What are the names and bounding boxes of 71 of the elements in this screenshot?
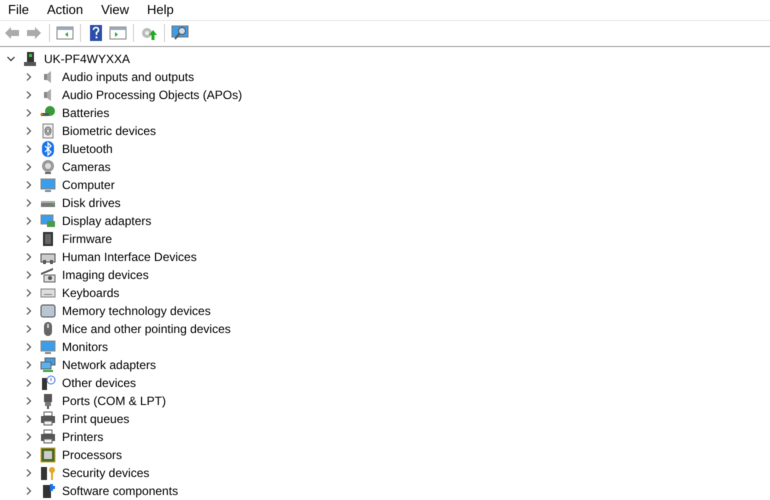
scanner-icon — [40, 267, 56, 283]
monitor-icon — [40, 177, 56, 193]
key-device-icon — [40, 465, 56, 481]
tree-item[interactable]: Network adapters — [62, 356, 156, 374]
tree-item[interactable]: Biometric devices — [62, 122, 156, 140]
expand-chevron-icon[interactable] — [24, 144, 34, 154]
expand-chevron-icon[interactable] — [24, 324, 34, 334]
webcam-icon — [40, 159, 56, 175]
tree-item[interactable]: Other devices — [62, 374, 136, 392]
chip-icon — [40, 231, 56, 247]
expand-chevron-icon[interactable] — [24, 288, 34, 298]
tree-item[interactable]: Human Interface Devices — [62, 248, 197, 266]
bluetooth-icon — [40, 141, 56, 157]
tree-item[interactable]: Display adapters — [62, 212, 152, 230]
expand-chevron-icon[interactable] — [24, 306, 34, 316]
tree-item[interactable]: UK-PF4WYXXA — [44, 50, 130, 68]
expand-chevron-icon[interactable] — [24, 270, 34, 280]
tree-item[interactable]: Computer — [62, 176, 115, 194]
tree-item[interactable]: Monitors — [62, 338, 108, 356]
expand-chevron-icon[interactable] — [24, 234, 34, 244]
tree-item[interactable]: Printers — [62, 428, 104, 446]
memory-card-icon — [40, 303, 56, 319]
expand-chevron-icon[interactable] — [24, 378, 34, 388]
tree-item[interactable]: Disk drives — [62, 194, 121, 212]
tree-item[interactable]: Mice and other pointing devices — [62, 320, 231, 338]
menu-item[interactable]: View — [95, 0, 136, 20]
monitor-icon — [40, 339, 56, 355]
tree-item[interactable]: Batteries — [62, 104, 110, 122]
tree-item[interactable]: Bluetooth — [62, 140, 113, 158]
tree-item[interactable]: Cameras — [62, 158, 111, 176]
processor-icon — [40, 447, 56, 463]
tree-item[interactable]: Print queues — [62, 410, 130, 428]
unknown-device-icon — [40, 375, 56, 391]
expand-chevron-icon[interactable] — [24, 486, 34, 496]
expand-chevron-icon[interactable] — [24, 198, 34, 208]
expand-chevron-icon[interactable] — [24, 414, 34, 424]
tree-item[interactable]: Ports (COM & LPT) — [62, 392, 166, 410]
collapse-chevron-icon[interactable] — [6, 54, 16, 64]
expand-chevron-icon[interactable] — [24, 432, 34, 442]
expand-chevron-icon[interactable] — [24, 216, 34, 226]
fingerprint-icon — [40, 123, 56, 139]
expand-chevron-icon[interactable] — [24, 108, 34, 118]
expand-chevron-icon[interactable] — [24, 342, 34, 352]
printer-icon — [40, 411, 56, 427]
tree-item[interactable]: Imaging devices — [62, 266, 149, 284]
menu-item[interactable]: Action — [40, 0, 90, 20]
expand-chevron-icon[interactable] — [24, 72, 34, 82]
expand-chevron-icon[interactable] — [24, 396, 34, 406]
tree-item[interactable]: Memory technology devices — [62, 302, 211, 320]
expand-chevron-icon[interactable] — [24, 252, 34, 262]
computer-tower-icon — [22, 51, 38, 67]
tree-item[interactable]: Firmware — [62, 230, 112, 248]
tree-item[interactable]: Processors — [62, 446, 122, 464]
tree-item[interactable]: Software components — [62, 482, 178, 500]
display-adapter-icon — [40, 213, 56, 229]
expand-chevron-icon[interactable] — [24, 468, 34, 478]
expand-chevron-icon[interactable] — [24, 162, 34, 172]
expand-chevron-icon[interactable] — [24, 360, 34, 370]
software-component-icon — [40, 483, 56, 499]
printer-icon — [40, 429, 56, 445]
expand-chevron-icon[interactable] — [24, 450, 34, 460]
expand-chevron-icon[interactable] — [24, 126, 34, 136]
tree-item[interactable]: Security devices — [62, 464, 150, 482]
network-icon — [40, 357, 56, 373]
tree-item[interactable]: Audio Processing Objects (APOs) — [62, 86, 242, 104]
menu-item[interactable]: Help — [141, 0, 180, 20]
tree-item[interactable]: Audio inputs and outputs — [62, 68, 194, 86]
tree-item[interactable]: Keyboards — [62, 284, 120, 302]
expand-chevron-icon[interactable] — [24, 180, 34, 190]
expand-chevron-icon[interactable] — [24, 90, 34, 100]
menu-item[interactable]: File — [2, 0, 35, 20]
